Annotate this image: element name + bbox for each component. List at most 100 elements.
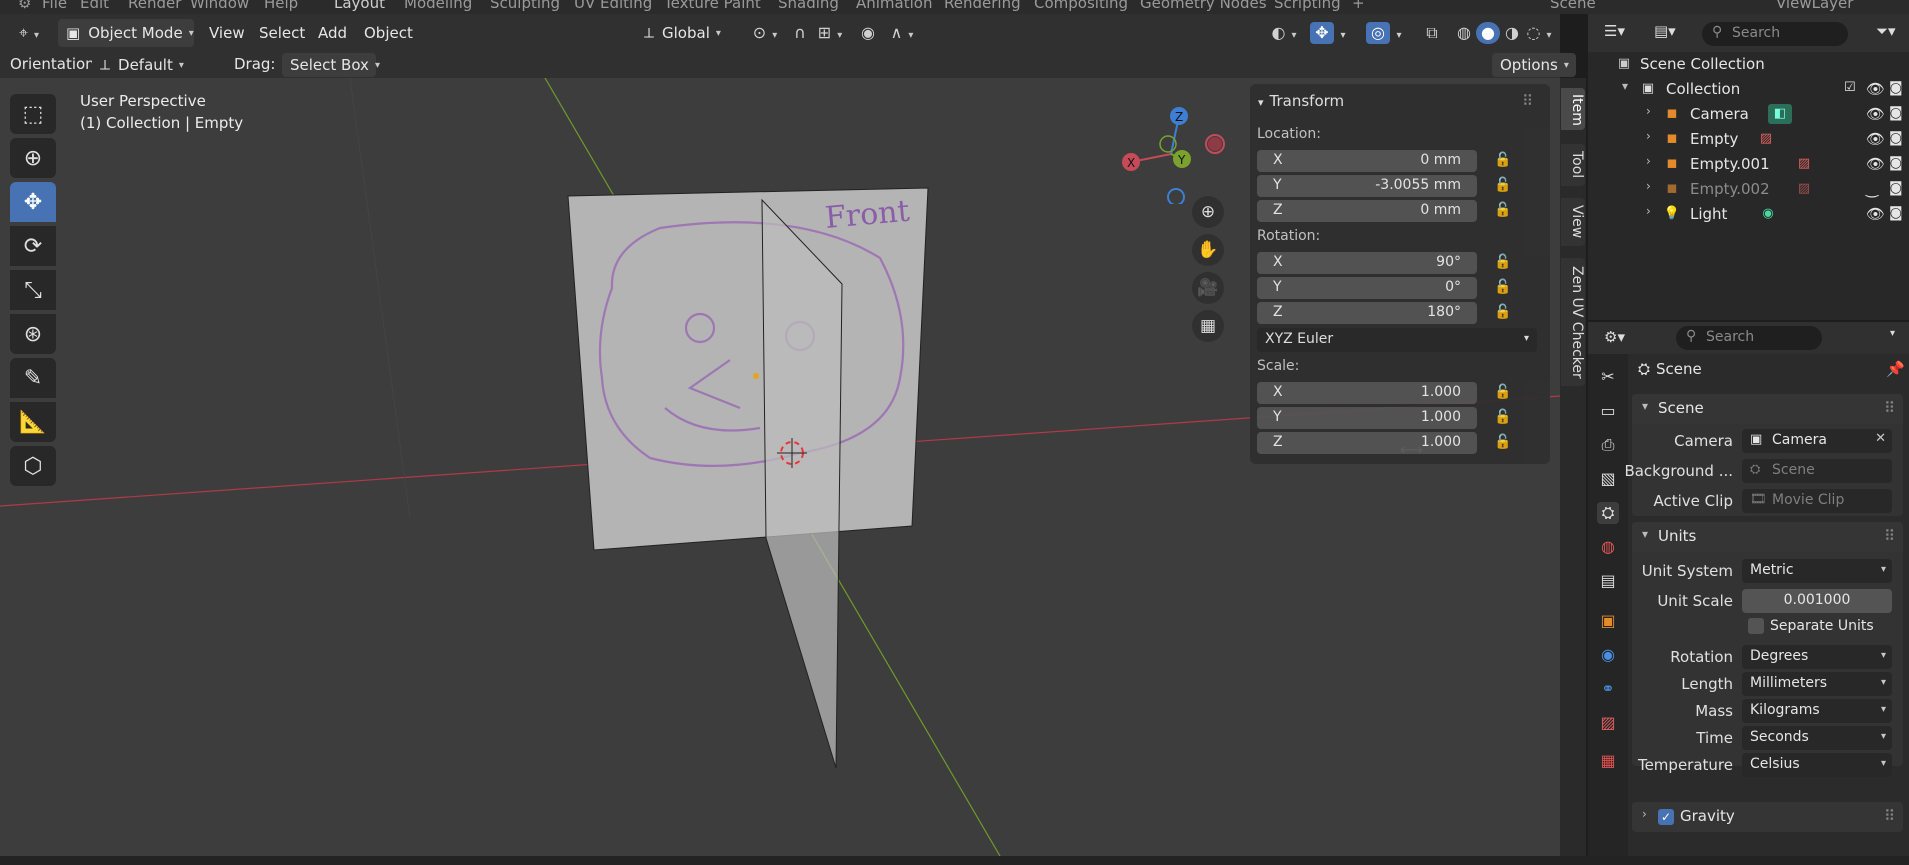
navigation-gizmo[interactable]: X Z Y [1116, 94, 1226, 204]
length-unit-dropdown[interactable]: Millimeters ▾ [1742, 672, 1892, 696]
camera-view-icon[interactable]: 🎥 [1192, 272, 1224, 304]
outliner-scene-collection[interactable]: ▣ Scene Collection [1588, 52, 1909, 77]
output-tab-icon[interactable]: ⎙ [1597, 434, 1619, 456]
lock-icon[interactable]: 🔓 [1494, 254, 1516, 272]
menu-view[interactable]: View [209, 24, 245, 42]
chevron-right-icon[interactable]: › [1646, 129, 1651, 143]
menu-edit[interactable]: Edit [80, 0, 109, 12]
camera-data-icon[interactable]: ◧ [1768, 104, 1792, 124]
lock-icon[interactable]: 🔓 [1494, 304, 1516, 322]
lock-icon[interactable]: 🔓 [1494, 384, 1516, 402]
gravity-panel-header[interactable]: › ✓ Gravity ⠿ [1632, 802, 1903, 832]
workspace-tab-animation[interactable]: Animation [856, 0, 932, 12]
scene-selector[interactable]: Scene [1550, 0, 1596, 12]
unit-scale-field[interactable]: 0.001000 [1742, 589, 1892, 613]
scene-tab-icon[interactable]: ⛭ [1597, 502, 1619, 524]
pan-hand-icon[interactable]: ✋ [1192, 234, 1224, 266]
drag-handle-icon[interactable]: ⠿ [1522, 92, 1533, 110]
material-shading-icon[interactable]: ◑ [1500, 22, 1524, 44]
lock-icon[interactable]: 🔓 [1494, 434, 1516, 452]
workspace-tab-modeling[interactable]: Modeling [404, 0, 472, 12]
display-mode-icon[interactable]: ▤▾ [1654, 22, 1676, 40]
outliner-item-light[interactable]: › 💡 Light ◉ 👁 ◙ [1588, 202, 1909, 227]
solid-shading-icon[interactable]: ● [1476, 22, 1500, 44]
wireframe-shading-icon[interactable]: ◍ [1452, 22, 1476, 44]
background-scene-field[interactable]: ⛭ Scene [1742, 459, 1892, 483]
select-box-icon[interactable]: ⬚ [10, 94, 56, 134]
render-camera-icon[interactable]: ◙ [1889, 80, 1903, 96]
image-data-icon[interactable]: ▨ [1756, 129, 1776, 149]
menu-file[interactable]: File [42, 0, 67, 12]
eye-icon[interactable]: 👁 [1866, 205, 1885, 223]
physics-tab-icon[interactable]: ◉ [1597, 644, 1619, 666]
image-data-icon[interactable]: ▨ [1794, 154, 1814, 174]
rotation-z-field[interactable]: Z 180° [1257, 302, 1477, 324]
falloff-icon[interactable]: ∧ ▾ [884, 22, 920, 44]
overlay-toggle-icon[interactable]: ◎ [1366, 22, 1390, 44]
properties-search-input[interactable]: ⚲ Search [1676, 326, 1822, 350]
measure-icon[interactable]: 📐 [10, 402, 56, 442]
image-data-icon[interactable]: ▨ [1794, 179, 1814, 199]
drag-handle-icon[interactable]: ⠿ [1884, 399, 1895, 417]
annotate-icon[interactable]: ✎ [10, 358, 56, 398]
orientation-dropdown[interactable]: ⟂ Default ▾ [92, 53, 218, 77]
menu-window[interactable]: Window [190, 0, 249, 12]
xray-toggle-icon[interactable]: ⧉ [1420, 22, 1444, 44]
menu-add[interactable]: Add [318, 24, 347, 42]
transform-panel-header[interactable]: ▾ Transform [1258, 92, 1344, 110]
rotation-unit-dropdown[interactable]: Degrees ▾ [1742, 645, 1892, 669]
eye-icon[interactable]: 👁 [1866, 105, 1885, 123]
options-dropdown[interactable]: Options ▾ [1492, 53, 1576, 77]
add-cube-icon[interactable]: ⬡ [10, 446, 56, 486]
lock-icon[interactable]: 🔓 [1494, 202, 1516, 220]
workspace-tab-uv-editing[interactable]: UV Editing [574, 0, 652, 12]
workspace-tab-shading[interactable]: Shading [778, 0, 839, 12]
render-camera-icon[interactable]: ◙ [1889, 155, 1903, 171]
camera-field[interactable]: ▣ Camera ✕ [1742, 429, 1892, 453]
visibility-selector-icon[interactable]: ◐ ▾ [1266, 22, 1302, 44]
rendered-shading-icon[interactable]: ◌ ▾ [1524, 22, 1554, 44]
outliner-item-camera[interactable]: › ◼ Camera ◧ 👁 ◙ [1588, 102, 1909, 127]
outliner-editor-icon[interactable]: ☰▾ [1604, 22, 1625, 40]
workspace-tab-compositing[interactable]: Compositing [1034, 0, 1128, 12]
properties-editor-icon[interactable]: ⚙▾ [1604, 328, 1625, 346]
chevron-right-icon[interactable]: › [1646, 154, 1651, 168]
eye-closed-icon[interactable]: ‿ [1866, 180, 1878, 198]
world-tab-icon[interactable]: ◍ [1597, 536, 1619, 558]
tab-item[interactable]: Item [1561, 88, 1585, 130]
outliner-item-empty-001[interactable]: › ◼ Empty.001 ▨ 👁 ◙ [1588, 152, 1909, 177]
workspace-tab-geometry-nodes[interactable]: Geometry Nodes [1140, 0, 1267, 12]
menu-help[interactable]: Help [264, 0, 298, 12]
scale-x-field[interactable]: X 1.000 [1257, 382, 1477, 404]
snap-target-icon[interactable]: ⊞ ▾ [812, 22, 848, 44]
rotation-y-field[interactable]: Y 0° [1257, 277, 1477, 299]
location-z-field[interactable]: Z0 mm [1257, 200, 1477, 222]
render-camera-icon[interactable]: ◙ [1889, 130, 1903, 146]
tab-view[interactable]: View [1561, 198, 1585, 246]
blender-logo-icon[interactable]: ⚙ [18, 0, 31, 12]
collection-tab-icon[interactable]: ▤ [1597, 570, 1619, 592]
location-y-field[interactable]: Y -3.0055 mm [1257, 175, 1477, 197]
checkbox-icon[interactable]: ☑ [1844, 80, 1856, 95]
time-unit-dropdown[interactable]: Seconds ▾ [1742, 726, 1892, 750]
editor-type-icon[interactable]: ⌖ ▾ [12, 22, 46, 44]
add-workspace-icon[interactable]: + [1352, 0, 1365, 12]
scale-y-field[interactable]: Y 1.000 [1257, 407, 1477, 429]
pin-icon[interactable]: 📌 [1886, 360, 1905, 378]
transform-icon[interactable]: ⊛ [10, 314, 56, 354]
pivot-point-icon[interactable]: ⊙ ▾ [744, 22, 786, 44]
outliner-collection[interactable]: ▾ ▣ Collection ☑ 👁 ◙ [1588, 77, 1909, 102]
unit-system-dropdown[interactable]: Metric ▾ [1742, 559, 1892, 583]
close-icon[interactable]: ✕ [1875, 431, 1886, 446]
filter-icon[interactable]: ⏷▾ [1876, 22, 1896, 40]
render-camera-icon[interactable]: ◙ [1889, 105, 1903, 121]
tab-zen-uv-checker[interactable]: Zen UV Checker [1561, 258, 1585, 386]
lock-icon[interactable]: 🔓 [1494, 279, 1516, 297]
gravity-checkbox[interactable]: ✓ [1658, 808, 1674, 825]
drag-handle-icon[interactable]: ⠿ [1884, 527, 1895, 545]
workspace-tab-layout[interactable]: Layout [334, 0, 385, 12]
proportional-edit-icon[interactable]: ◉ [856, 22, 880, 44]
chevron-right-icon[interactable]: › [1646, 204, 1651, 218]
separate-units-checkbox[interactable] [1748, 618, 1764, 634]
constraints-tab-icon[interactable]: ⚭ [1597, 678, 1619, 700]
